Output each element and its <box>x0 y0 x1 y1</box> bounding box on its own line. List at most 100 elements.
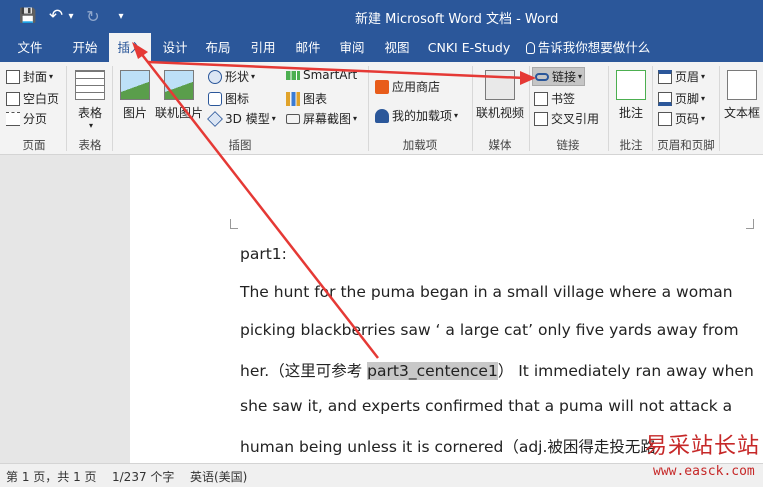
page-break-button[interactable]: 分页 <box>6 110 47 127</box>
watermark: 易采站长站 www.easck.com <box>645 428 763 487</box>
smartart-button[interactable]: SmartArt <box>286 68 357 82</box>
language-indicator[interactable]: 英语(美国) <box>190 468 247 485</box>
online-video-label: 联机视频 <box>475 106 524 120</box>
header-icon <box>658 69 672 84</box>
textbox-label: 文本框 <box>723 106 760 120</box>
footer-label: 页脚 <box>675 92 700 106</box>
page-break-label: 分页 <box>23 112 48 126</box>
document-area[interactable]: part1: The hunt for the puma began in a … <box>0 155 763 463</box>
group-divider <box>66 66 67 151</box>
tab-cnki[interactable]: CNKI E-Study <box>423 33 515 62</box>
textbox-button[interactable]: 文本框 <box>722 70 762 121</box>
group-label-media: 媒体 <box>488 138 512 152</box>
tab-layout[interactable]: 布局 <box>199 33 237 62</box>
tab-mailings[interactable]: 邮件 <box>288 33 328 62</box>
picture-icon <box>120 70 150 100</box>
my-addins-label: 我的加载项 <box>392 109 453 123</box>
group-label-tables: 表格 <box>78 138 102 152</box>
page-number-label: 页码 <box>675 112 700 126</box>
page-number-icon <box>658 111 672 126</box>
online-pictures-button[interactable]: 联机图片 <box>154 70 204 121</box>
footer-button[interactable]: 页脚 ▾ <box>658 90 705 107</box>
icons-icon <box>208 91 222 106</box>
document-page[interactable]: part1: The hunt for the puma began in a … <box>130 155 763 463</box>
comment-button[interactable]: 批注 <box>612 70 650 121</box>
tab-review[interactable]: 审阅 <box>332 33 372 62</box>
pictures-button[interactable]: 图片 <box>118 70 152 121</box>
doc-line[interactable]: picking blackberries saw ‘ a large cat’ … <box>240 321 739 339</box>
shapes-icon <box>208 69 222 84</box>
3d-models-button[interactable]: 3D 模型 ▾ <box>207 110 276 127</box>
shapes-button[interactable]: 形状 ▾ <box>208 68 255 85</box>
customize-qat-icon[interactable]: ▾ <box>114 6 128 26</box>
ribbon-tabs: 文件 开始 插入 设计 布局 引用 邮件 审阅 视图 CNKI E-Study … <box>0 33 763 62</box>
pictures-label: 图片 <box>122 106 147 120</box>
chevron-down-icon: ▾ <box>701 114 706 123</box>
group-label-illustrations: 插图 <box>228 138 252 152</box>
store-button[interactable]: 应用商店 <box>375 78 440 95</box>
doc-text: her.（这里可参考 <box>240 362 368 380</box>
doc-line[interactable]: her.（这里可参考 part3_centence1） It immediate… <box>240 359 754 381</box>
my-addins-button[interactable]: 我的加载项 ▾ <box>375 107 458 124</box>
doc-line[interactable]: The hunt for the puma began in a small v… <box>240 283 733 301</box>
shapes-label: 形状 <box>225 70 250 84</box>
3d-models-label: 3D 模型 <box>225 112 270 126</box>
cover-page-button[interactable]: 封面 ▾ <box>6 68 53 85</box>
online-video-button[interactable]: 联机视频 <box>474 70 526 121</box>
link-label: 链接 <box>552 70 577 84</box>
footer-icon <box>658 91 672 106</box>
margin-corner-mark <box>746 219 754 229</box>
save-icon[interactable]: 💾 <box>18 6 38 26</box>
link-button[interactable]: 链接 ▾ <box>532 67 586 86</box>
group-label-comments: 批注 <box>619 138 643 152</box>
chevron-down-icon: ▾ <box>701 94 706 103</box>
icons-label: 图标 <box>225 92 250 106</box>
chevron-down-icon: ▾ <box>49 72 54 81</box>
table-button[interactable]: 表格 ▾ <box>72 70 108 130</box>
doc-line[interactable]: part1: <box>240 245 287 263</box>
tell-me-box[interactable]: 告诉我你想要做什么 <box>522 33 654 62</box>
selected-text[interactable]: part3_centence1 <box>367 362 498 380</box>
tab-insert[interactable]: 插入 <box>109 33 151 62</box>
tab-file[interactable]: 文件 <box>8 33 52 62</box>
tab-design[interactable]: 设计 <box>155 33 195 62</box>
smartart-label: SmartArt <box>303 68 358 82</box>
title-bar: 💾 ↶ ▾ ↻ ▾ 新建 Microsoft Word 文档 - Word <box>0 0 763 33</box>
page-number-button[interactable]: 页码 ▾ <box>658 110 705 127</box>
ribbon: 封面 ▾ 空白页 分页 页面 表格 ▾ 表格 图片 联机图片 形状 ▾ 图标 3D … <box>0 62 763 155</box>
textbox-icon <box>727 70 757 100</box>
tab-home[interactable]: 开始 <box>63 33 107 62</box>
chevron-down-icon: ▾ <box>353 114 358 123</box>
undo-dropdown-icon[interactable]: ▾ <box>66 6 76 26</box>
video-icon <box>485 70 515 100</box>
store-label: 应用商店 <box>392 80 441 94</box>
watermark-url: www.easck.com <box>653 464 755 479</box>
chevron-down-icon: ▾ <box>251 72 256 81</box>
tab-references[interactable]: 引用 <box>243 33 283 62</box>
cross-reference-icon <box>534 111 548 126</box>
tell-me-label: 告诉我你想要做什么 <box>537 40 651 55</box>
doc-text: ） It immediately ran away when <box>497 362 754 380</box>
comment-icon <box>616 70 646 100</box>
screenshot-button[interactable]: 屏幕截图 ▾ <box>286 110 357 127</box>
group-divider <box>529 66 530 151</box>
chevron-down-icon: ▾ <box>578 72 583 81</box>
doc-line[interactable]: human being unless it is cornered（adj.被困… <box>240 435 656 457</box>
chart-button[interactable]: 图表 <box>286 90 327 107</box>
bookmark-button[interactable]: 书签 <box>534 90 575 107</box>
tab-view[interactable]: 视图 <box>377 33 417 62</box>
redo-icon[interactable]: ↻ <box>84 6 102 26</box>
screenshot-label: 屏幕截图 <box>303 112 352 126</box>
header-button[interactable]: 页眉 ▾ <box>658 68 705 85</box>
doc-line[interactable]: she saw it, and experts confirmed that a… <box>240 397 732 415</box>
blank-page-button[interactable]: 空白页 <box>6 90 59 107</box>
table-icon <box>75 70 105 100</box>
group-divider <box>112 66 113 151</box>
online-pictures-label: 联机图片 <box>154 106 203 120</box>
word-count[interactable]: 1/237 个字 <box>112 468 174 485</box>
bookmark-icon <box>534 91 548 106</box>
undo-icon[interactable]: ↶ <box>48 6 64 26</box>
icons-button[interactable]: 图标 <box>208 90 249 107</box>
page-count[interactable]: 第 1 页，共 1 页 <box>6 468 97 485</box>
cross-reference-button[interactable]: 交叉引用 <box>534 110 599 127</box>
